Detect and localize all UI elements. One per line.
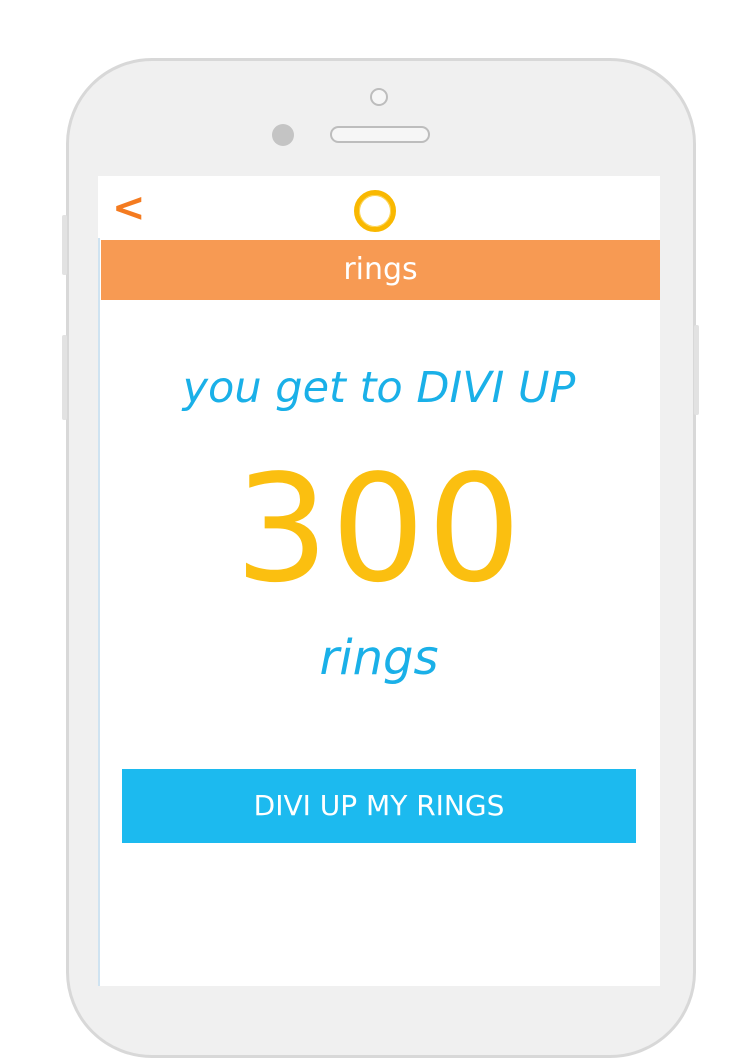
- ring-count: 300: [234, 443, 524, 615]
- app-screen: < rings you get to DIVI UP 300 rings DIV…: [98, 176, 660, 986]
- earpiece-speaker: [330, 126, 430, 143]
- page-title-bar: rings: [101, 240, 660, 300]
- screen-left-edge: [98, 238, 100, 986]
- volume-down-button: [62, 335, 67, 420]
- back-chevron-icon[interactable]: <: [112, 186, 146, 230]
- ring-unit-label: rings: [319, 630, 439, 686]
- front-camera: [370, 88, 388, 106]
- proximity-sensor: [272, 124, 294, 146]
- divi-up-button[interactable]: DIVI UP MY RINGS: [122, 769, 636, 843]
- power-button: [694, 325, 699, 415]
- ring-logo-icon: [354, 190, 396, 232]
- page-title: rings: [343, 252, 418, 287]
- volume-up-button: [62, 215, 67, 275]
- tagline-text: you get to DIVI UP: [182, 363, 576, 413]
